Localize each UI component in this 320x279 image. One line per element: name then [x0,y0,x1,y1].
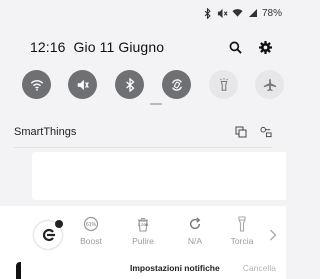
wifi-icon [30,79,43,91]
flashlight-icon [234,216,250,232]
flashlight-toggle[interactable] [209,70,238,99]
gear-icon[interactable] [258,40,272,54]
quick-toggles [22,70,284,100]
header-row: 12:16 Gio 11 Giugno [30,38,272,56]
notification-settings-button[interactable]: Impostazioni notifiche [130,263,220,273]
clock-date: Gio 11 Giugno [73,39,165,55]
mute-icon [217,7,229,19]
boost-percent: 61% [86,222,97,228]
smartthings-label: SmartThings [14,126,77,138]
clean-item[interactable]: 1.29B Pulire [123,216,163,246]
chevron-right-icon[interactable] [268,228,278,242]
battery-percent: 78% [261,7,282,19]
boost-item[interactable]: 61% Boost [71,216,111,246]
trash-icon: 1.29B [135,216,151,232]
refresh-icon [187,216,203,232]
rotate-icon [171,78,182,91]
expand-handle[interactable] [150,103,162,105]
refresh-label: N/A [187,236,203,246]
bluetooth-icon [125,77,134,92]
airplane-icon [263,78,276,91]
notification-shade: 78% 12:16 Gio 11 Giugno SmartThings 61% … [0,0,286,279]
notification-actions: Impostazioni notifiche Cancella [0,262,286,276]
wifi-icon [232,7,244,19]
mute-icon [77,79,89,90]
copy-icon[interactable] [235,126,247,138]
device-care-icon [42,228,55,242]
clock-time: 12:16 [30,39,66,55]
smartthings-header: SmartThings [14,124,272,140]
clean-label: Pulire [132,236,154,246]
bluetooth-toggle[interactable] [115,70,144,99]
header-actions [228,40,272,54]
search-icon[interactable] [228,40,242,54]
torch-label: Torcia [230,236,254,246]
boost-label: Boost [80,236,102,246]
signal-icon [247,7,259,19]
clean-size: 1.29B [138,222,149,227]
bluetooth-icon [202,7,214,19]
boost-icon: 61% [83,216,99,232]
smartthings-actions [235,126,272,138]
divider [14,147,272,148]
auto-rotate-toggle[interactable] [162,70,191,99]
status-bar: 78% [202,6,282,20]
notification-dot [55,220,63,228]
devices-icon[interactable] [260,126,272,138]
smartthings-card[interactable] [32,152,286,200]
airplane-toggle[interactable] [255,70,284,99]
wifi-toggle[interactable] [22,70,51,99]
clear-button[interactable]: Cancella [243,263,276,273]
refresh-item[interactable]: N/A [175,216,215,246]
screen-corner [16,262,21,279]
date-time: 12:16 Gio 11 Giugno [30,39,164,55]
device-care-panel: 61% Boost 1.29B Pulire N/A Torcia Impost… [0,206,286,279]
device-care-button[interactable] [34,220,63,249]
sound-toggle[interactable] [68,70,97,99]
flashlight-icon [219,77,228,91]
torch-item[interactable]: Torcia [222,216,262,246]
